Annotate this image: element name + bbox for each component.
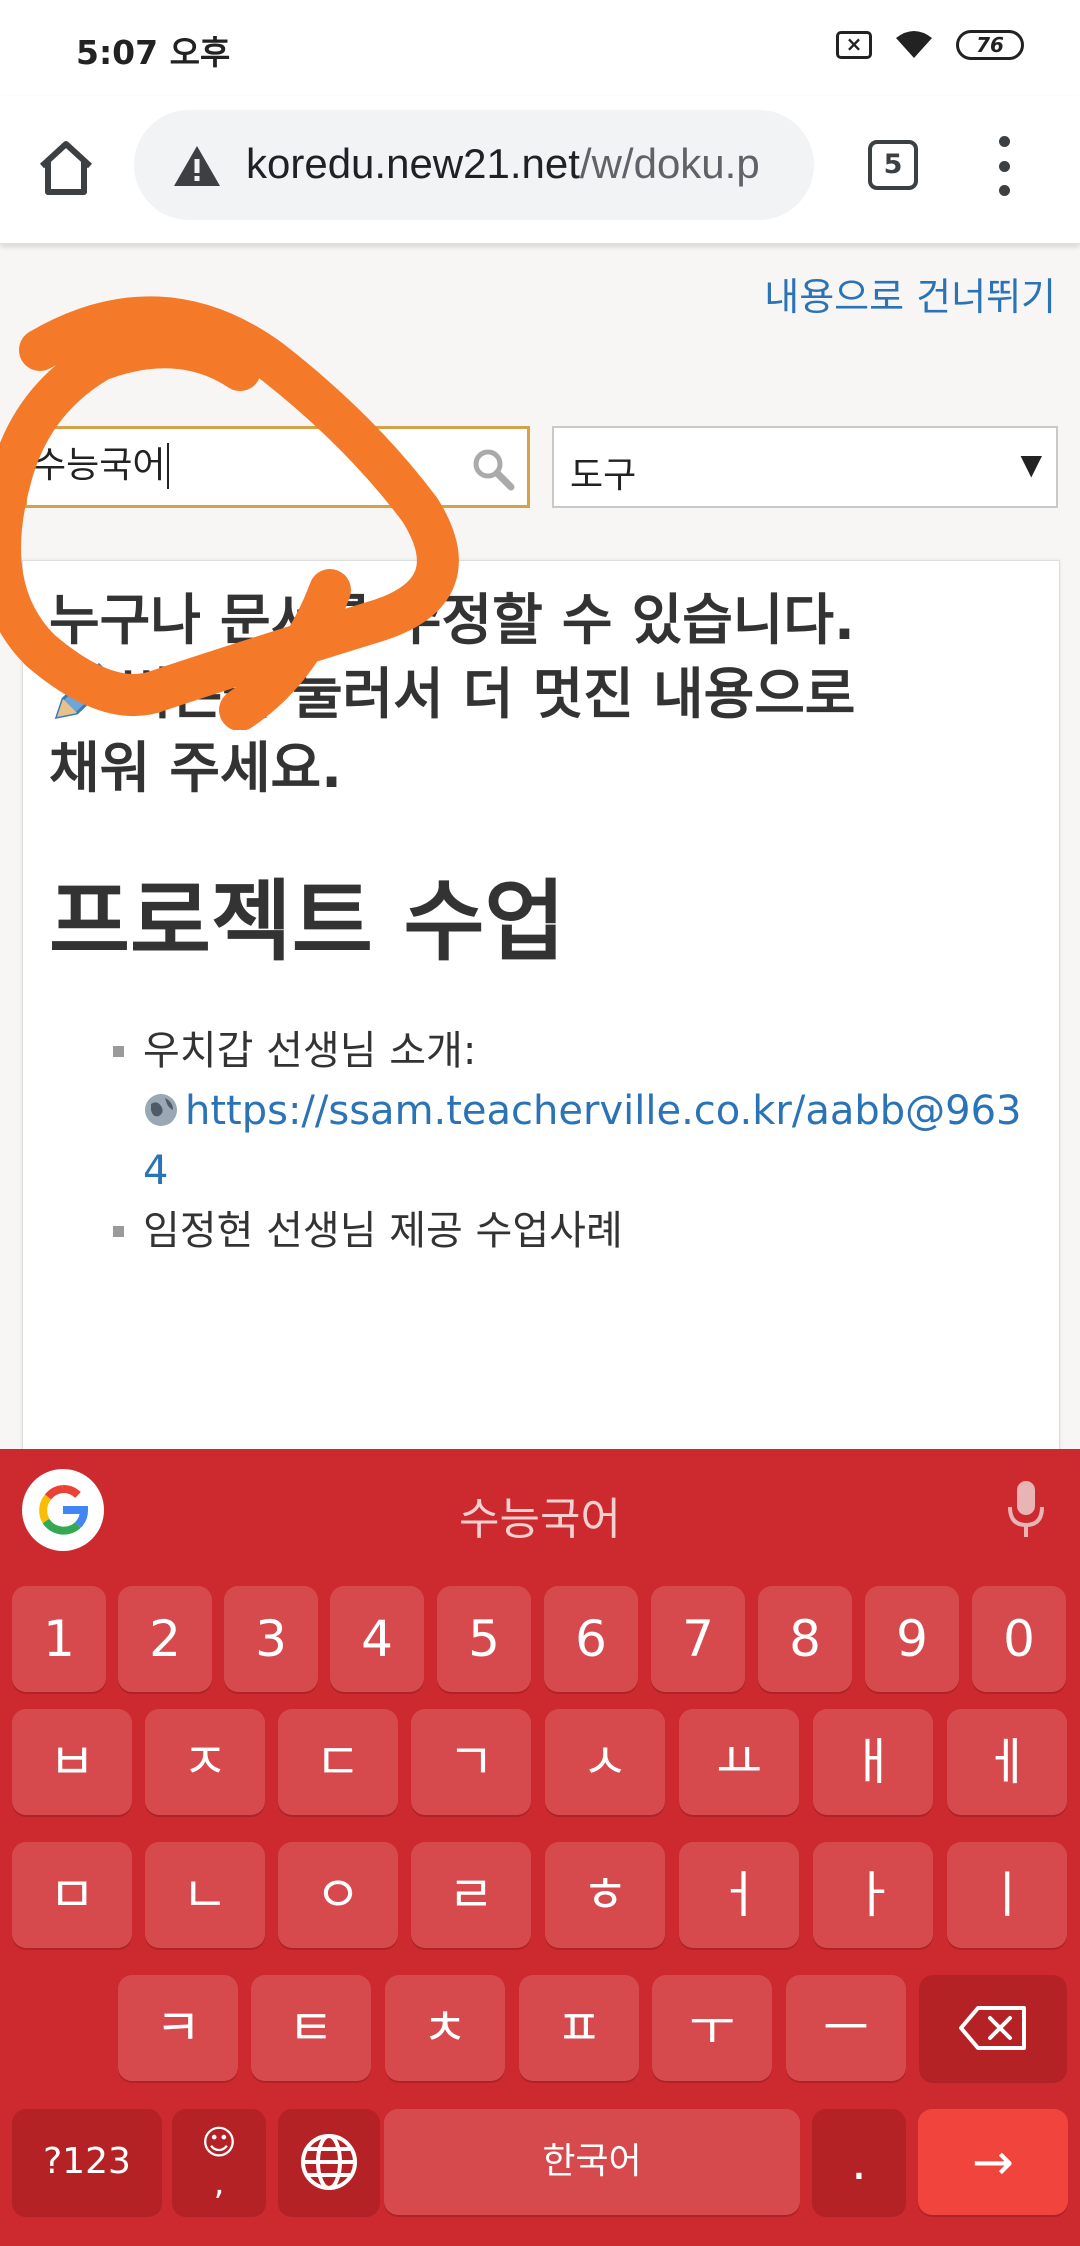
symbols-key[interactable]: ?123 xyxy=(12,2109,162,2215)
keyboard-suggestion-bar: 수능국어 xyxy=(0,1449,1080,1569)
warning-icon[interactable] xyxy=(172,144,222,188)
key[interactable]: ㅁ xyxy=(12,1842,132,1948)
notice-line-3: 채워 주세요. xyxy=(49,736,343,800)
globe-icon xyxy=(145,1094,177,1126)
key[interactable]: 2 xyxy=(118,1586,212,1692)
notification-x-icon: × xyxy=(836,31,872,59)
key[interactable]: 5 xyxy=(437,1586,531,1692)
edit-notice: 누구나 문서를 수정할 수 있습니다. 버튼을 눌러서 더 멋진 내용으로 채워… xyxy=(49,583,1039,805)
keyboard-row-bottom: ?123 ☺ , 한국어 . → xyxy=(0,2109,1080,2215)
list-item-text: 우치갑 선생님 소개: xyxy=(143,1028,477,1074)
key[interactable]: ㄷ xyxy=(278,1709,398,1815)
space-key[interactable]: 한국어 xyxy=(384,2109,800,2215)
status-time: 5:07 오후 xyxy=(76,33,231,72)
key[interactable]: ㅏ xyxy=(813,1842,933,1948)
url-path: /w/doku.p xyxy=(579,140,760,187)
key[interactable]: ㅇ xyxy=(278,1842,398,1948)
more-menu-icon[interactable] xyxy=(992,136,1016,196)
battery-icon: 76 xyxy=(956,30,1024,60)
globe-icon xyxy=(301,2134,357,2190)
key[interactable]: ㅎ xyxy=(545,1842,665,1948)
key[interactable]: ㄹ xyxy=(411,1842,531,1948)
notice-line-1: 누구나 문서를 수정할 수 있습니다. xyxy=(49,588,855,652)
period-key[interactable]: . xyxy=(812,2109,906,2215)
key[interactable]: ㅌ xyxy=(251,1975,371,2081)
microphone-icon[interactable] xyxy=(1006,1479,1046,1539)
keyboard-row-3: ㅋ ㅌ ㅊ ㅍ ㅜ ㅡ xyxy=(0,1975,1080,2081)
language-key[interactable] xyxy=(278,2109,380,2215)
notice-line-2-text: 버튼을 눌러서 더 멋진 내용으로 xyxy=(121,662,856,726)
key[interactable]: 1 xyxy=(12,1586,106,1692)
key[interactable]: ㅡ xyxy=(786,1975,906,2081)
key[interactable]: ㅋ xyxy=(118,1975,238,2081)
key[interactable]: ㅔ xyxy=(947,1709,1067,1815)
comma-label: , xyxy=(213,2163,225,2203)
item-list: 우치갑 선생님 소개: https://ssam.teacherville.co… xyxy=(113,1021,1043,1261)
keyboard-row-2: ㅁ ㄴ ㅇ ㄹ ㅎ ㅓ ㅏ ㅣ xyxy=(0,1842,1080,1948)
wifi-icon xyxy=(896,31,932,58)
list-item: 우치갑 선생님 소개: https://ssam.teacherville.co… xyxy=(113,1021,1043,1201)
search-input-value[interactable]: 수능국어 xyxy=(33,443,170,489)
keyboard: 수능국어 1 2 3 4 5 6 7 8 9 0 ㅂ ㅈ ㄷ ㄱ ㅅ ㅛ ㅐ ㅔ… xyxy=(0,1449,1080,2246)
page-title: 프로젝트 수업 xyxy=(49,870,566,973)
battery-level: 76 xyxy=(976,33,1004,57)
key[interactable]: 3 xyxy=(224,1586,318,1692)
key[interactable]: 7 xyxy=(651,1586,745,1692)
notice-line-2: 버튼을 눌러서 더 멋진 내용으로 xyxy=(49,657,1039,731)
keyboard-row-numbers: 1 2 3 4 5 6 7 8 9 0 xyxy=(0,1586,1080,1692)
chevron-down-icon: ▼ xyxy=(1020,448,1042,481)
backspace-key[interactable] xyxy=(919,1975,1067,2081)
url-bar[interactable]: koredu.new21.net/w/doku.p xyxy=(134,110,814,220)
key[interactable]: ㅅ xyxy=(545,1709,665,1815)
key[interactable]: 9 xyxy=(865,1586,959,1692)
search-icon[interactable] xyxy=(471,447,515,491)
browser-toolbar: koredu.new21.net/w/doku.p 5 xyxy=(0,96,1080,244)
web-page: 내용으로 건너뛰기 • 이러 수능국어 도구 ▼ 누구나 문서를 수정할 수 있… xyxy=(0,244,1080,1449)
key[interactable]: ㅊ xyxy=(385,1975,505,2081)
emoji-icon: ☺ xyxy=(201,2123,237,2163)
key[interactable]: ㅂ xyxy=(12,1709,132,1815)
key[interactable]: 4 xyxy=(330,1586,424,1692)
tools-dropdown-label: 도구 xyxy=(570,455,637,496)
url-domain: koredu.new21.net xyxy=(246,140,580,187)
backspace-icon xyxy=(959,2006,1026,2050)
emoji-comma-key[interactable]: ☺ , xyxy=(172,2109,266,2215)
key[interactable]: 8 xyxy=(758,1586,852,1692)
skip-to-content-link[interactable]: 내용으로 건너뛰기 xyxy=(764,266,1056,321)
key[interactable]: 6 xyxy=(544,1586,638,1692)
key[interactable]: 0 xyxy=(972,1586,1066,1692)
key[interactable]: ㄴ xyxy=(145,1842,265,1948)
enter-key[interactable]: → xyxy=(918,2109,1068,2215)
key[interactable]: ㅐ xyxy=(813,1709,933,1815)
status-bar: 5:07 오후 × 76 xyxy=(0,0,1080,96)
home-icon[interactable] xyxy=(34,136,98,200)
key[interactable]: ㅜ xyxy=(652,1975,772,2081)
list-item: 임정현 선생님 제공 수업사례 xyxy=(113,1201,1043,1261)
key[interactable]: ㅓ xyxy=(679,1842,799,1948)
keyboard-row-1: ㅂ ㅈ ㄷ ㄱ ㅅ ㅛ ㅐ ㅔ xyxy=(0,1709,1080,1815)
url-text[interactable]: koredu.new21.net/w/doku.p xyxy=(246,140,760,188)
keyboard-suggestion[interactable]: 수능국어 xyxy=(0,1483,1080,1547)
tab-count: 5 xyxy=(883,149,903,180)
list-item-text[interactable]: 임정현 선생님 제공 수업사례 xyxy=(143,1208,623,1254)
key[interactable]: ㅍ xyxy=(519,1975,639,2081)
article-content: 누구나 문서를 수정할 수 있습니다. 버튼을 눌러서 더 멋진 내용으로 채워… xyxy=(22,560,1060,1449)
status-icons: × 76 xyxy=(836,28,1024,62)
key[interactable]: ㅛ xyxy=(679,1709,799,1815)
breadcrumb[interactable]: • 이러 xyxy=(30,314,112,358)
key[interactable]: ㄱ xyxy=(411,1709,531,1815)
tools-dropdown[interactable]: 도구 ▼ xyxy=(552,426,1058,508)
key[interactable]: ㅈ xyxy=(145,1709,265,1815)
tabs-icon[interactable]: 5 xyxy=(868,140,918,190)
search-input[interactable]: 수능국어 xyxy=(24,426,530,508)
external-link[interactable]: https://ssam.teacherville.co.kr/aabb@963… xyxy=(143,1088,1022,1194)
pencil-icon xyxy=(54,662,116,719)
key[interactable]: ㅣ xyxy=(947,1842,1067,1948)
